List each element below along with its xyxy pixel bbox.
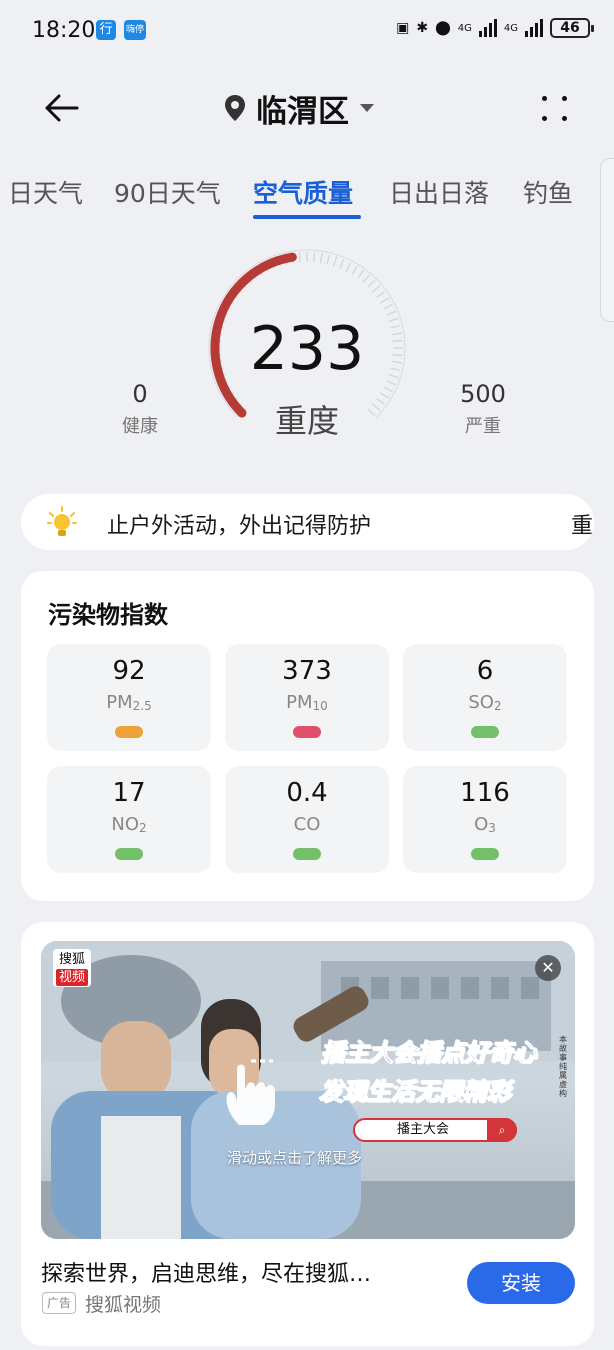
pollutant-tile[interactable]: 92 PM2.5 <box>47 644 211 751</box>
tab-sunrise-sunset[interactable]: 日出日落 <box>389 174 489 210</box>
tab-daily-weather[interactable]: 日天气 <box>8 174 83 210</box>
pollutant-name: CO <box>293 814 321 835</box>
more-options-button[interactable] <box>534 90 574 126</box>
tab-air-quality[interactable]: 空气质量 <box>253 174 353 210</box>
ad-image[interactable]: 搜狐 视频 ✕ 播主大会播点好奇心 发现生活无限精彩 本故事纯属虚构 播主大会 … <box>41 941 575 1239</box>
health-tip-text-tail: 重 <box>571 514 594 539</box>
scale-max: 500 严重 <box>450 380 516 438</box>
scale-min-label: 健康 <box>122 416 158 437</box>
pollutant-level-indicator <box>115 726 143 738</box>
pollutant-tile[interactable]: 116 O3 <box>403 766 567 873</box>
gauge-tick <box>351 265 358 275</box>
pollutant-name: PM10 <box>286 692 328 713</box>
status-bar: 18:20 行 嗨停 ▣ ✱ ⬤ 4G 4G 46 <box>0 0 614 62</box>
aqi-level: 重度 <box>274 402 339 440</box>
tab-bar: 日天气 90日天气 空气质量 日出日落 钓鱼 <box>0 168 614 224</box>
arrow-left-icon <box>45 94 79 122</box>
gauge-tick <box>383 386 393 393</box>
map-pin-icon <box>225 95 245 121</box>
tab-fishing[interactable]: 钓鱼 <box>523 174 573 210</box>
gauge-tick <box>383 303 393 310</box>
scale-min: 0 健康 <box>110 380 170 438</box>
location-selector[interactable]: 临渭区 <box>224 86 375 130</box>
ad-headline-2: 发现生活无限精彩 <box>319 1078 512 1107</box>
notification-badge: 嗨停 <box>124 20 146 40</box>
pollutant-card-title: 污染物指数 <box>48 601 168 629</box>
ad-search-bar[interactable]: 播主大会 ⌕ <box>353 1118 517 1142</box>
gauge-tick <box>357 269 364 279</box>
pollutant-tile[interactable]: 6 SO2 <box>403 644 567 751</box>
notification-badge: 行 <box>96 20 116 40</box>
gauge-tick <box>367 279 376 288</box>
health-tip-banner[interactable]: 止户外活动，外出记得防护 重 <box>21 494 594 550</box>
gauge-tick <box>380 297 390 304</box>
health-tip-text: 止户外活动，外出记得防护 <box>107 514 372 539</box>
scale-min-value: 0 <box>132 380 148 408</box>
location-name: 临渭区 <box>256 93 349 130</box>
status-icons: ▣ ✱ ⬤ 4G 4G 46 <box>396 18 594 38</box>
pollutant-name: SO2 <box>468 692 502 713</box>
ad-disclaimer: 本故事纯属虚构 <box>559 1035 567 1098</box>
network-type: 4G <box>503 22 518 34</box>
search-icon: ⌕ <box>487 1118 517 1142</box>
pollutant-value: 116 <box>460 778 510 808</box>
gauge-tick <box>313 252 316 263</box>
pollutant-name: NO2 <box>111 814 147 835</box>
caret-down-icon <box>360 104 374 112</box>
gauge-tick <box>376 291 386 298</box>
pollutant-level-indicator <box>471 726 499 738</box>
gauge-tick <box>319 253 323 264</box>
bluetooth-icon: ✱ <box>416 20 429 36</box>
pollutant-value: 6 <box>476 656 494 686</box>
tab-90-day-weather[interactable]: 90日天气 <box>114 174 221 210</box>
pollutant-name: O3 <box>474 814 496 835</box>
gauge-tick <box>372 285 381 293</box>
status-time: 18:20 <box>32 18 96 43</box>
pollutant-value: 17 <box>112 778 146 808</box>
pollutant-level-indicator <box>471 848 499 860</box>
ad-brand-logo: 搜狐 视频 <box>53 949 91 987</box>
nfc-icon: ▣ <box>396 20 410 36</box>
location-icon: ⬤ <box>435 20 451 36</box>
network-type: 4G <box>457 22 472 34</box>
ad-search-text: 播主大会 <box>397 1122 450 1137</box>
gauge-tick <box>298 252 301 263</box>
back-button[interactable] <box>36 86 86 130</box>
pollutant-level-indicator <box>293 726 321 738</box>
pollutant-level-indicator <box>115 848 143 860</box>
scale-max-value: 500 <box>460 380 506 408</box>
ad-close-button[interactable]: ✕ <box>535 955 561 981</box>
lightbulb-icon <box>47 506 77 536</box>
aqi-value: 233 <box>249 314 365 384</box>
more-icon <box>542 96 547 101</box>
pollutant-tile[interactable]: 17 NO2 <box>47 766 211 873</box>
gauge-tick <box>326 254 330 265</box>
ad-title[interactable]: 探索世界，启迪思维，尽在搜狐… <box>41 1256 371 1288</box>
swipe-hand-icon <box>226 1059 275 1125</box>
pollutant-value: 0.4 <box>286 778 328 808</box>
ad-card[interactable]: 搜狐 视频 ✕ 播主大会播点好奇心 发现生活无限精彩 本故事纯属虚构 播主大会 … <box>21 922 594 1346</box>
pollutant-name: PM2.5 <box>106 692 152 713</box>
battery-icon: 46 <box>550 18 594 38</box>
pollutant-value: 373 <box>282 656 332 686</box>
install-button[interactable]: 安装 <box>467 1262 575 1304</box>
pollutant-index-card: 污染物指数 92 PM2.5 373 PM10 6 SO2 17 NO2 0.4 CO 116 O3 <box>21 571 594 901</box>
gauge-tick <box>362 274 370 283</box>
pollutant-tile[interactable]: 0.4 CO <box>225 766 389 873</box>
ad-label: 广告 <box>42 1292 76 1314</box>
ad-source: 搜狐视频 <box>85 1294 162 1316</box>
signal-icon <box>525 19 543 37</box>
pollutant-level-indicator <box>293 848 321 860</box>
signal-icon <box>478 19 497 37</box>
pollutant-value: 92 <box>112 656 146 686</box>
scale-max-label: 严重 <box>465 416 501 437</box>
tab-indicator <box>253 215 361 219</box>
ad-swipe-hint: 滑动或点击了解更多 <box>227 1149 363 1167</box>
aqi-gauge: 233 重度 <box>200 246 414 446</box>
gauge-tick <box>333 256 338 267</box>
gauge-tick <box>345 262 352 272</box>
pollutant-tile[interactable]: 373 PM10 <box>225 644 389 751</box>
ad-headline-1: 播主大会播点好奇心 <box>321 1039 538 1068</box>
gauge-tick <box>339 259 345 269</box>
